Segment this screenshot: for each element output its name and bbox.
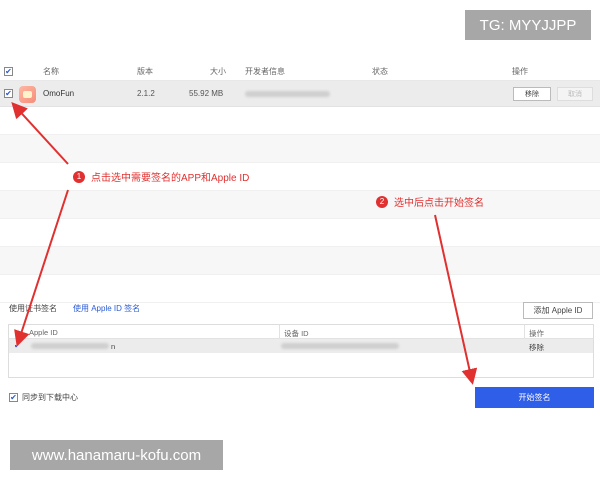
annotation-step1-number: 1 <box>73 170 85 183</box>
start-signing-button[interactable]: 开始签名 <box>475 387 594 408</box>
app-table-header: ✔ 名称 版本 大小 开发者信息 状态 操作 <box>0 62 600 81</box>
annotation-step1-text: 点击选中需要签名的APP和Apple ID <box>91 173 250 184</box>
sync-option[interactable]: ✔ 同步到下载中心 <box>9 392 78 403</box>
annotation-step1: 1 点击选中需要签名的APP和Apple ID <box>73 169 249 184</box>
signing-tabs: 使用证书签名 使用 Apple ID 签名 <box>9 303 156 314</box>
developer-redacted <box>245 91 330 97</box>
empty-row <box>0 219 600 247</box>
apple-id-redacted <box>31 343 109 349</box>
col-name: 名称 <box>43 66 59 76</box>
apple-id-suffix: n <box>111 342 116 351</box>
apple-id-remove-link[interactable]: 移除 <box>529 342 544 353</box>
cancel-button[interactable]: 取消 <box>557 87 593 101</box>
empty-row <box>0 107 600 135</box>
empty-row <box>0 135 600 163</box>
select-all-checkbox[interactable]: ✔ <box>4 67 13 76</box>
empty-row <box>0 275 600 303</box>
annotation-step2-number: 2 <box>376 195 388 208</box>
app-name: OmoFun <box>43 89 75 98</box>
tab-certificate-sign[interactable]: 使用证书签名 <box>9 303 57 314</box>
apple-id-table-header: Apple ID 设备 ID 操作 <box>9 325 593 339</box>
remove-button[interactable]: 移除 <box>513 87 551 101</box>
annotation-step2: 2 选中后点击开始签名 <box>376 194 484 209</box>
app-icon <box>19 86 36 103</box>
app-row-checkbox[interactable]: ✔ <box>4 89 13 98</box>
col-apple-id: Apple ID <box>29 328 58 337</box>
add-apple-id-button[interactable]: 添加 Apple ID <box>523 302 593 319</box>
app-row[interactable]: ✔ OmoFun 2.1.2 55.92 MB 移除 取消 <box>0 81 600 107</box>
watermark-bottom: www.hanamaru-kofu.com <box>10 440 223 470</box>
device-id-redacted <box>281 343 399 349</box>
col-version: 版本 <box>137 66 153 76</box>
app-size: 55.92 MB <box>189 89 224 98</box>
empty-row <box>0 191 600 219</box>
tab-appleid-sign[interactable]: 使用 Apple ID 签名 <box>73 303 140 314</box>
apple-id-row[interactable]: ✔ n 移除 <box>9 339 593 353</box>
app-version: 2.1.2 <box>137 89 155 98</box>
sync-label: 同步到下载中心 <box>22 393 78 402</box>
col-size: 大小 <box>210 66 226 76</box>
sync-checkbox[interactable]: ✔ <box>9 393 18 402</box>
col-id-action: 操作 <box>529 329 544 338</box>
col-action: 操作 <box>512 66 528 76</box>
annotation-step2-text: 选中后点击开始签名 <box>394 198 484 209</box>
col-developer: 开发者信息 <box>245 66 285 76</box>
apple-id-check-icon: ✔ <box>14 341 21 350</box>
watermark-top: TG: MYYJJPP <box>465 10 591 40</box>
empty-row <box>0 247 600 275</box>
col-status: 状态 <box>372 66 388 76</box>
col-device-id: 设备 ID <box>284 329 309 338</box>
apple-id-table: Apple ID 设备 ID 操作 ✔ n 移除 <box>8 324 594 378</box>
